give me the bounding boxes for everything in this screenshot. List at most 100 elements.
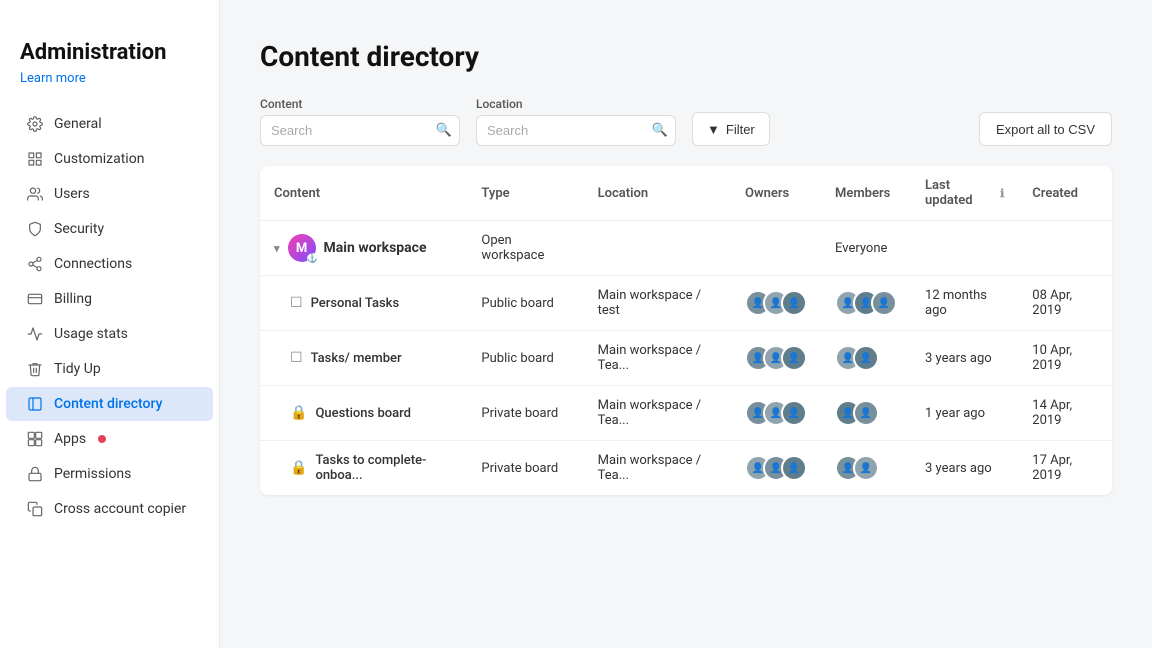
last-updated-info-icon[interactable]: ℹ (1000, 187, 1004, 200)
customization-icon (26, 150, 44, 168)
sidebar-item-customization[interactable]: Customization (6, 142, 213, 176)
private-board-icon: 🔒 (290, 405, 307, 421)
td-last-updated: 3 years ago (911, 441, 1018, 496)
avatar: 👤 (853, 345, 879, 371)
td-created: 17 Apr, 2019 (1018, 441, 1112, 496)
td-type: Public board (467, 331, 583, 386)
content-search-input[interactable] (260, 115, 460, 146)
td-type: Open workspace (467, 221, 583, 276)
td-content: 🔒 Tasks to complete-onboa... (260, 441, 467, 496)
location-filter-group: Location 🔍 (476, 97, 676, 146)
td-content: ▾ M Main workspace (260, 221, 467, 276)
location-filter-label: Location (476, 97, 676, 111)
td-created: 08 Apr, 2019 (1018, 276, 1112, 331)
sidebar-item-label: Content directory (54, 396, 162, 412)
workspace-badge: M (288, 234, 316, 262)
content-filter-label: Content (260, 97, 460, 111)
td-type: Public board (467, 276, 583, 331)
content-name-wrap: ▾ M Main workspace (274, 234, 453, 262)
sidebar-item-users[interactable]: Users (6, 177, 213, 211)
owners-avatars: 👤 👤 👤 (745, 345, 807, 371)
content-name-wrap: ☐ Personal Tasks (290, 295, 453, 311)
item-name: Tasks to complete-onboa... (315, 453, 453, 483)
location-search-input[interactable] (476, 115, 676, 146)
th-last-updated: Last updated ℹ (911, 166, 1018, 221)
sidebar-item-label: Cross account copier (54, 501, 186, 517)
sidebar-nav: General Customization Users Security Con (0, 106, 219, 628)
members-avatars: 👤 👤 (835, 455, 897, 481)
sidebar-item-permissions[interactable]: Permissions (6, 457, 213, 491)
td-owners: 👤 👤 👤 (731, 276, 821, 331)
td-location (584, 221, 731, 276)
owners-avatars: 👤 👤 👤 (745, 290, 807, 316)
page-title: Content directory (260, 40, 1112, 73)
table-row: ☐ Tasks/ member Public board Main worksp… (260, 331, 1112, 386)
td-content: ☐ Tasks/ member (260, 331, 467, 386)
td-location: Main workspace / test (584, 276, 731, 331)
td-location: Main workspace / Tea... (584, 386, 731, 441)
td-type: Private board (467, 441, 583, 496)
learn-more-link[interactable]: Learn more (0, 71, 219, 106)
avatar: 👤 (781, 400, 807, 426)
sidebar-title: Administration (0, 40, 219, 71)
td-owners: 👤 👤 👤 (731, 441, 821, 496)
td-members: Everyone (821, 221, 911, 276)
sidebar-item-billing[interactable]: Billing (6, 282, 213, 316)
sidebar-item-cross-account-copier[interactable]: Cross account copier (6, 492, 213, 526)
sidebar-item-connections[interactable]: Connections (6, 247, 213, 281)
td-members: 👤 👤 (821, 386, 911, 441)
td-owners: 👤 👤 👤 (731, 331, 821, 386)
td-members: 👤 👤 (821, 331, 911, 386)
settings-icon (26, 115, 44, 133)
td-owners (731, 221, 821, 276)
billing-icon (26, 290, 44, 308)
security-icon (26, 220, 44, 238)
td-created (1018, 221, 1112, 276)
item-name: Tasks/ member (311, 351, 402, 366)
sidebar-item-label: Billing (54, 291, 92, 307)
owners-avatars: 👤 👤 👤 (745, 455, 807, 481)
td-last-updated: 12 months ago (911, 276, 1018, 331)
table-header-row: Content Type Location Owners Members Las… (260, 166, 1112, 221)
content-name-wrap: 🔒 Questions board (290, 405, 453, 421)
private-board-icon: 🔒 (290, 460, 307, 476)
filter-button[interactable]: ▼ Filter (692, 112, 770, 146)
filter-icon: ▼ (707, 122, 720, 137)
content-table: Content Type Location Owners Members Las… (260, 166, 1112, 495)
expand-chevron[interactable]: ▾ (274, 242, 280, 255)
apps-icon (26, 430, 44, 448)
td-content: 🔒 Questions board (260, 386, 467, 441)
copy-icon (26, 500, 44, 518)
members-avatars: 👤 👤 (835, 400, 897, 426)
td-type: Private board (467, 386, 583, 441)
main-content: Content directory Content 🔍 Location 🔍 ▼… (220, 0, 1152, 648)
avatar: 👤 (781, 290, 807, 316)
sidebar-item-label: Users (54, 186, 90, 202)
members-avatars: 👤 👤 👤 (835, 290, 897, 316)
th-members: Members (821, 166, 911, 221)
sidebar-item-label: Usage stats (54, 326, 128, 342)
table-row: 🔒 Questions board Private board Main wor… (260, 386, 1112, 441)
sidebar-item-label: Customization (54, 151, 144, 167)
sidebar-item-tidy-up[interactable]: Tidy Up (6, 352, 213, 386)
sidebar-item-label: Permissions (54, 466, 131, 482)
sidebar-item-label: Security (54, 221, 104, 237)
sidebar-item-apps[interactable]: Apps (6, 422, 213, 456)
content-search-icon: 🔍 (436, 123, 452, 138)
sidebar-item-general[interactable]: General (6, 107, 213, 141)
filter-label-text: Filter (726, 122, 755, 137)
sidebar-item-security[interactable]: Security (6, 212, 213, 246)
item-name: Questions board (315, 406, 411, 421)
location-search-icon: 🔍 (652, 123, 668, 138)
table-row: ☐ Personal Tasks Public board Main works… (260, 276, 1112, 331)
content-name-wrap: ☐ Tasks/ member (290, 350, 453, 366)
sidebar-item-usage-stats[interactable]: Usage stats (6, 317, 213, 351)
th-content: Content (260, 166, 467, 221)
td-last-updated (911, 221, 1018, 276)
sidebar-item-content-directory[interactable]: Content directory (6, 387, 213, 421)
permissions-icon (26, 465, 44, 483)
export-button[interactable]: Export all to CSV (979, 112, 1112, 146)
board-icon: ☐ (290, 350, 303, 366)
avatar: 👤 (781, 345, 807, 371)
members-avatars: 👤 👤 (835, 345, 897, 371)
